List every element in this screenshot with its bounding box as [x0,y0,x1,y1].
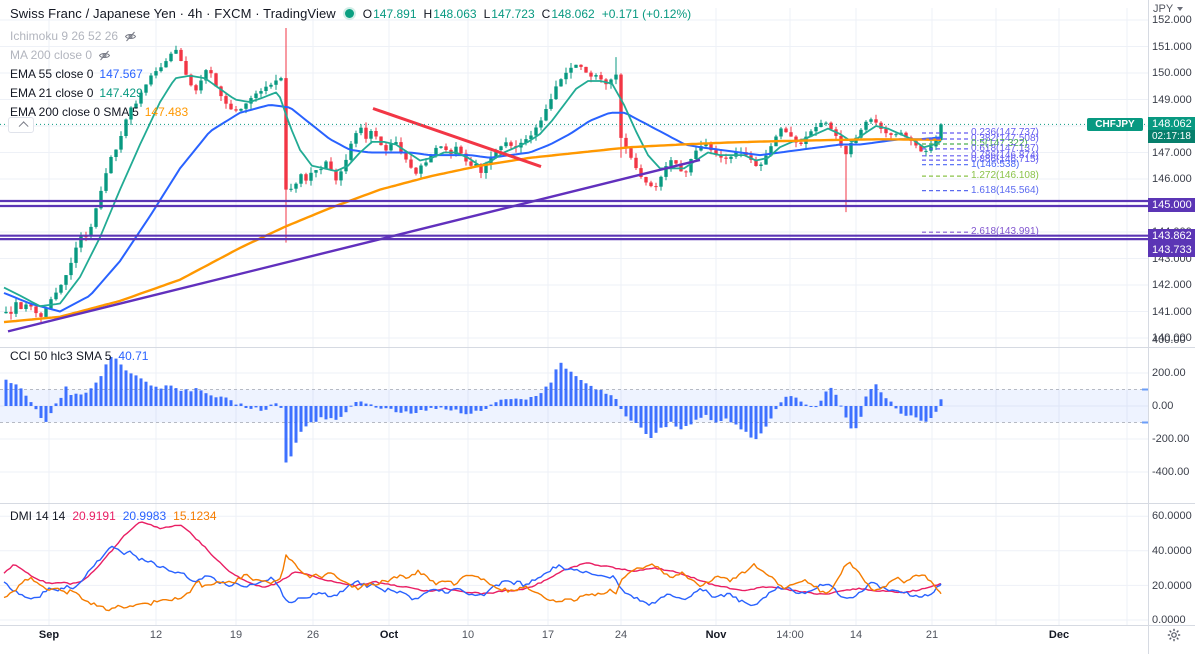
currency-label: JPY [1153,3,1174,15]
legend-row-ema200[interactable]: EMA 200 close 0 SMA 5 147.483 [10,104,188,120]
legend-label: MA 200 close 0 [10,48,93,62]
eye-off-icon[interactable] [124,30,137,43]
cci-pane-legend[interactable]: CCI 50 hlc3 SMA 5 40.71 [10,349,148,363]
level-badge-145: 145.000 [1148,198,1195,212]
low-value: 147.723 [491,6,535,21]
open-label: O [362,6,373,21]
cci-label: CCI 50 hlc3 SMA 5 [10,349,112,363]
dmi-ADX-line[interactable] [3,521,941,595]
close-label: C [541,6,551,21]
cci-value: 40.71 [118,349,149,363]
legend-row-ichimoku[interactable]: Ichimoku 9 26 52 26 [10,28,137,44]
high-value: 148.063 [433,6,477,21]
time-axis-settings-gear-icon[interactable] [1167,628,1181,642]
tradingview-chart-window: Swiss Franc / Japanese Yen · 4h · FXCM ·… [0,0,1195,654]
legend-value: 147.429 [99,86,143,100]
market-status-icon[interactable] [344,9,354,18]
chevron-down-icon [1177,7,1184,11]
high-label: H [423,6,433,21]
purple-trendline[interactable] [7,158,701,333]
chart-canvas[interactable] [0,0,1195,654]
adx-value: 20.9191 [72,509,116,523]
chart-header: Swiss Franc / Japanese Yen · 4h · FXCM ·… [10,6,691,21]
legend-label: EMA 55 close 0 [10,67,94,81]
collapse-legend-button[interactable] [8,117,34,133]
ohlc-values: O 147.891 H 148.063 L 147.723 C 148.062 +0.1… [363,7,691,21]
ema-200-line[interactable] [3,138,942,324]
legend-row-ma200[interactable]: MA 200 close 0 [10,47,111,63]
legend-label: EMA 21 close 0 [10,86,94,100]
change-value: +0.171 (+0.12%) [601,6,692,21]
symbol-price-label: CHFJPY [1087,118,1143,131]
legend-value: 147.567 [99,67,143,81]
legend-row-ema21[interactable]: EMA 21 close 0 147.429 [10,85,143,101]
level-badge-143733: 143.733 [1148,243,1195,257]
minus-di-value: 15.1234 [173,509,217,523]
eye-off-icon[interactable] [98,49,111,62]
legend-value: 147.483 [144,105,189,119]
red-trendline[interactable] [372,107,542,168]
price-axis-currency-menu[interactable]: JPY [1153,3,1184,15]
chevron-up-icon [18,120,29,131]
low-label: L [483,6,491,21]
bar-countdown-badge: 02:17:18 [1148,130,1195,143]
symbol-title[interactable]: Swiss Franc / Japanese Yen · 4h · FXCM ·… [10,6,336,21]
legend-row-ema55[interactable]: EMA 55 close 0 147.567 [10,66,143,82]
legend-label: Ichimoku 9 26 52 26 [10,29,119,43]
level-badge-143862: 143.862 [1148,229,1195,243]
last-price-badge: 148.062 [1148,117,1195,130]
dmi-minusDI-line[interactable] [3,554,942,612]
close-value: 148.062 [551,6,595,21]
plus-di-value: 20.9983 [122,509,167,523]
open-value: 147.891 [373,6,417,21]
dmi-pane-legend[interactable]: DMI 14 14 20.9191 20.9983 15.1234 [10,509,217,523]
dmi-label: DMI 14 14 [10,509,66,523]
